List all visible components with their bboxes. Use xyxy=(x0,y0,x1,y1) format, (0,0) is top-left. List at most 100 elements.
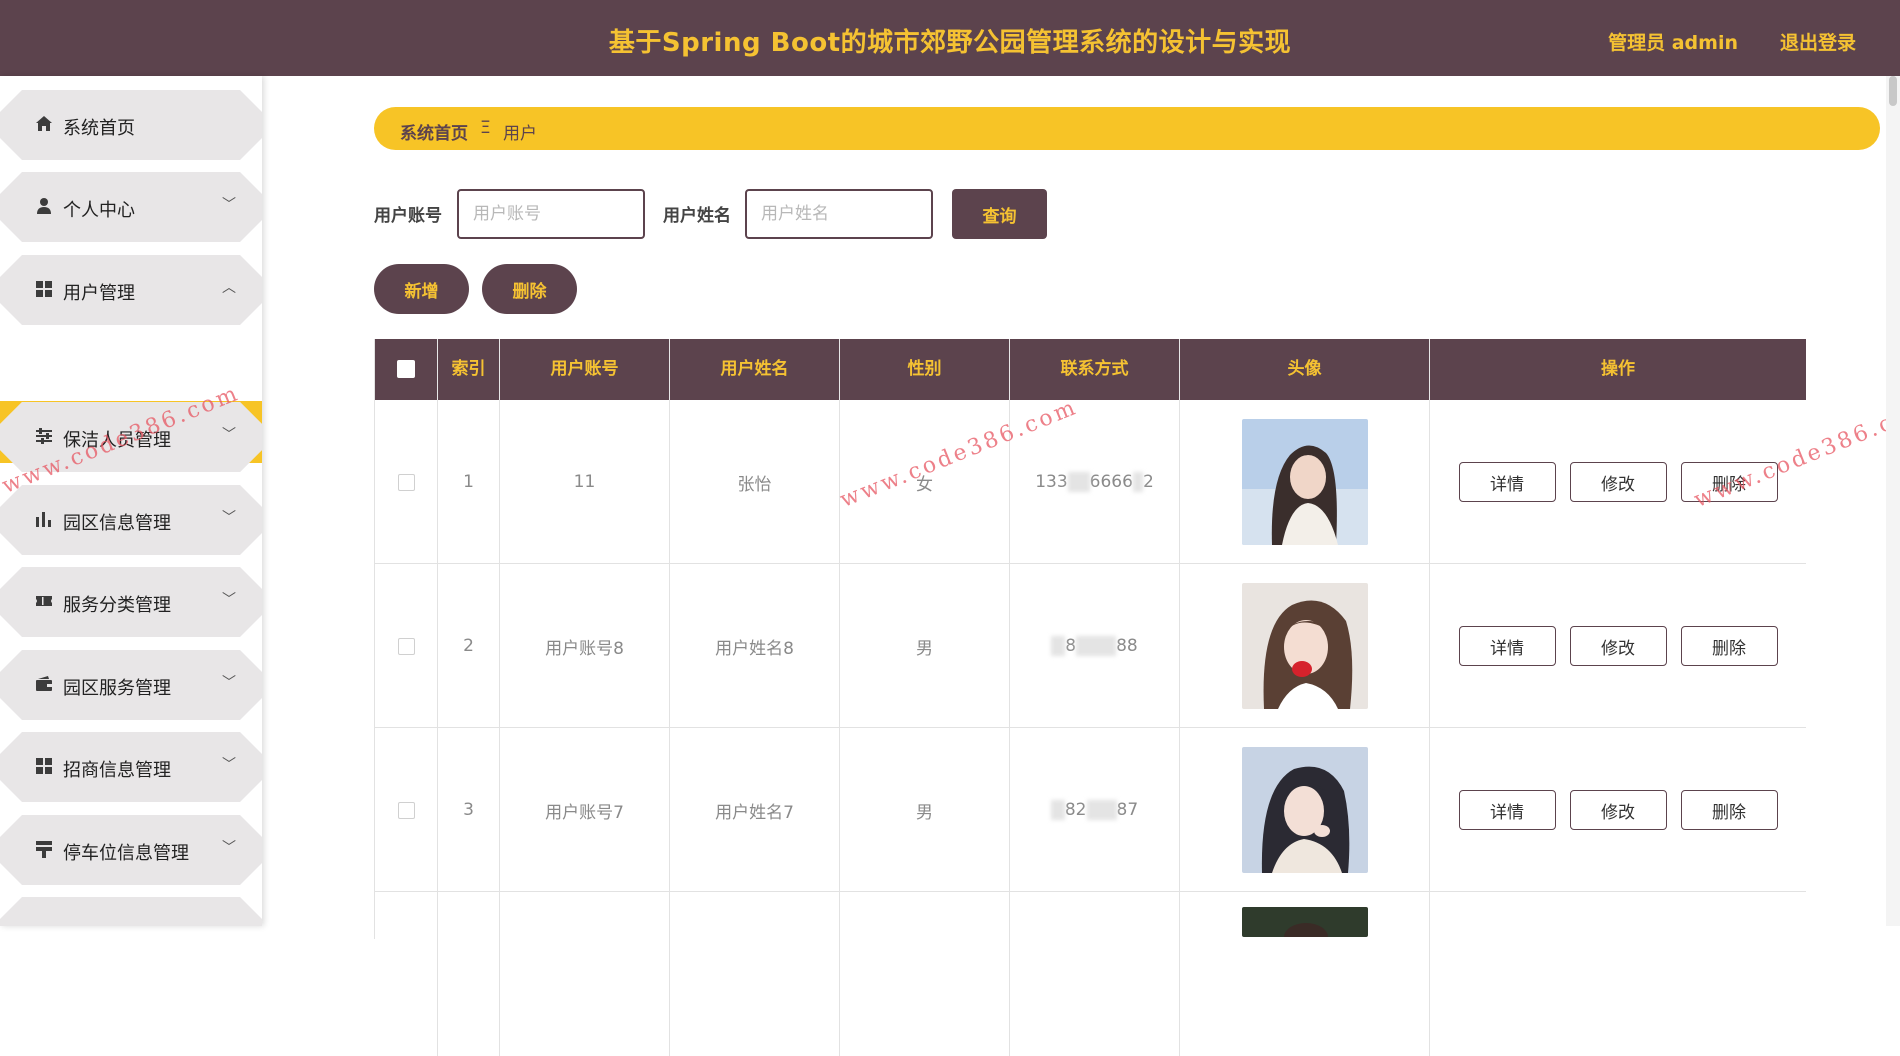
row-name: 用户姓名8 xyxy=(670,564,840,728)
sidebar-item-parking-info-management[interactable]: 停车位信息管理 ﹀ xyxy=(0,815,262,885)
edit-button[interactable]: 修改 xyxy=(1569,462,1667,502)
delete-button[interactable]: 删除 xyxy=(1680,626,1778,666)
column-header: 索引 xyxy=(438,339,500,400)
sidebar-item-label: 个人中心 xyxy=(63,200,135,221)
breadcrumb: 系统首页 Ξ 用户 xyxy=(374,107,1880,150)
column-header: 用户账号 xyxy=(500,339,670,400)
row-checkbox[interactable] xyxy=(397,637,415,655)
sidebar-item-home[interactable]: 系统首页 xyxy=(0,90,262,160)
sidebar-item-label: 停车位信息管理 xyxy=(63,843,189,864)
phone-redaction xyxy=(1050,800,1065,820)
chevron-up-icon: ︿ xyxy=(222,280,236,296)
row-index: 3 xyxy=(438,728,500,892)
batch-delete-button[interactable]: 删除 xyxy=(482,264,577,314)
row-name: 张怡 xyxy=(670,400,840,564)
sidebar-item-label: 园区服务管理 xyxy=(63,678,171,699)
phone-part: 2 xyxy=(1142,472,1154,492)
name-search-input[interactable] xyxy=(745,189,933,239)
scrollbar-thumb[interactable] xyxy=(1889,76,1897,106)
user-avatar-image xyxy=(1241,747,1368,873)
person-icon xyxy=(34,196,54,216)
chevron-down-icon: ﹀ xyxy=(222,675,236,691)
grid-icon xyxy=(34,756,54,776)
chevron-down-icon: ﹀ xyxy=(222,592,236,608)
row-account: 11 xyxy=(500,400,670,564)
sidebar-item-label: 保洁人员管理 xyxy=(63,430,171,451)
table-row: 1 11 张怡 女 133 6666 2 详情 修改 删除 xyxy=(375,400,1806,564)
row-phone: 133 6666 2 xyxy=(1010,400,1180,564)
sidebar-item-park-service-management[interactable]: 园区服务管理 ﹀ xyxy=(0,650,262,720)
phone-part: 82 xyxy=(1064,800,1087,820)
breadcrumb-current: 用户 xyxy=(503,124,537,144)
user-avatar-image xyxy=(1241,907,1368,937)
top-header: 基于Spring Boot的城市郊野公园管理系统的设计与实现 管理员 admin… xyxy=(0,0,1900,76)
column-header: 性别 xyxy=(840,339,1010,400)
phone-part: 88 xyxy=(1116,636,1138,656)
sidebar-item-label: 园区信息管理 xyxy=(63,513,171,534)
breadcrumb-separator: Ξ xyxy=(480,118,491,138)
detail-button[interactable]: 详情 xyxy=(1458,626,1556,666)
row-checkbox[interactable] xyxy=(397,473,415,491)
sidebar-item-label: 招商信息管理 xyxy=(63,760,171,781)
column-header: 联系方式 xyxy=(1010,339,1180,400)
edit-button[interactable]: 修改 xyxy=(1569,626,1667,666)
sidebar-item-service-category-management[interactable]: 服务分类管理 ﹀ xyxy=(0,567,262,637)
sidebar-item-label: 服务分类管理 xyxy=(63,595,171,616)
home-icon xyxy=(34,114,54,134)
row-gender: 女 xyxy=(840,400,1010,564)
select-all-checkbox[interactable] xyxy=(397,360,415,378)
table-row: 2 用户账号8 用户姓名8 男 8 88 详情 修改 删除 xyxy=(375,564,1806,728)
row-index: 2 xyxy=(438,564,500,728)
row-gender: 男 xyxy=(840,564,1010,728)
wallet-icon xyxy=(34,674,54,694)
column-header: 操作 xyxy=(1601,359,1635,379)
row-phone: 82 87 xyxy=(1010,728,1180,892)
sidebar-item-more[interactable] xyxy=(0,897,262,926)
user-avatar-image xyxy=(1241,583,1368,709)
column-header: 头像 xyxy=(1180,339,1430,400)
sidebar-item-cleaner-management[interactable]: 保洁人员管理 ﹀ xyxy=(0,402,262,472)
user-table: 索引 用户账号 用户姓名 性别 联系方式 头像 操作 1 11 张怡 女 133… xyxy=(374,339,1806,1056)
sidebar-item-label: 用户管理 xyxy=(63,283,135,304)
chevron-down-icon: ﹀ xyxy=(222,757,236,773)
logout-link[interactable]: 退出登录 xyxy=(1780,28,1856,55)
account-filter-label: 用户账号 xyxy=(374,206,442,226)
delete-button[interactable]: 删除 xyxy=(1680,462,1778,502)
edit-button[interactable]: 修改 xyxy=(1569,790,1667,830)
account-search-input[interactable] xyxy=(457,189,645,239)
phone-redaction xyxy=(1132,472,1143,492)
chevron-down-icon: ﹀ xyxy=(222,840,236,856)
query-button[interactable]: 查询 xyxy=(952,189,1047,239)
name-filter-label: 用户姓名 xyxy=(663,206,731,226)
phone-part: 6666 xyxy=(1089,472,1133,492)
delete-button[interactable]: 删除 xyxy=(1680,790,1778,830)
sidebar-item-investment-info-management[interactable]: 招商信息管理 ﹀ xyxy=(0,732,262,802)
sidebar-item-label: 系统首页 xyxy=(63,118,135,139)
detail-button[interactable]: 详情 xyxy=(1458,790,1556,830)
row-gender: 男 xyxy=(840,728,1010,892)
row-index: 1 xyxy=(438,400,500,564)
table-row xyxy=(375,892,1806,1056)
detail-button[interactable]: 详情 xyxy=(1458,462,1556,502)
current-user-label: 管理员 admin xyxy=(1608,32,1738,54)
chevron-down-icon: ﹀ xyxy=(222,510,236,526)
phone-part: 133 xyxy=(1035,472,1068,492)
sidebar-item-personal-center[interactable]: 个人中心 ﹀ xyxy=(0,172,262,242)
page-scrollbar[interactable] xyxy=(1886,76,1900,926)
breadcrumb-home-link[interactable]: 系统首页 xyxy=(400,119,468,144)
add-button[interactable]: 新增 xyxy=(374,264,469,314)
phone-redaction xyxy=(1051,636,1066,656)
grid-icon xyxy=(34,279,54,299)
row-name: 用户姓名7 xyxy=(670,728,840,892)
row-account: 用户账号7 xyxy=(500,728,670,892)
row-checkbox[interactable] xyxy=(397,801,415,819)
sidebar-item-park-info-management[interactable]: 园区信息管理 ﹀ xyxy=(0,485,262,555)
ticket-icon xyxy=(34,591,54,611)
chevron-down-icon: ﹀ xyxy=(222,197,236,213)
phone-part: 87 xyxy=(1116,800,1139,820)
select-all-header[interactable] xyxy=(375,339,438,400)
sliders-icon xyxy=(34,426,54,446)
signpost-icon xyxy=(34,839,54,859)
row-account: 用户账号8 xyxy=(500,564,670,728)
sidebar-item-user-management[interactable]: 用户管理 ︿ xyxy=(0,255,262,325)
